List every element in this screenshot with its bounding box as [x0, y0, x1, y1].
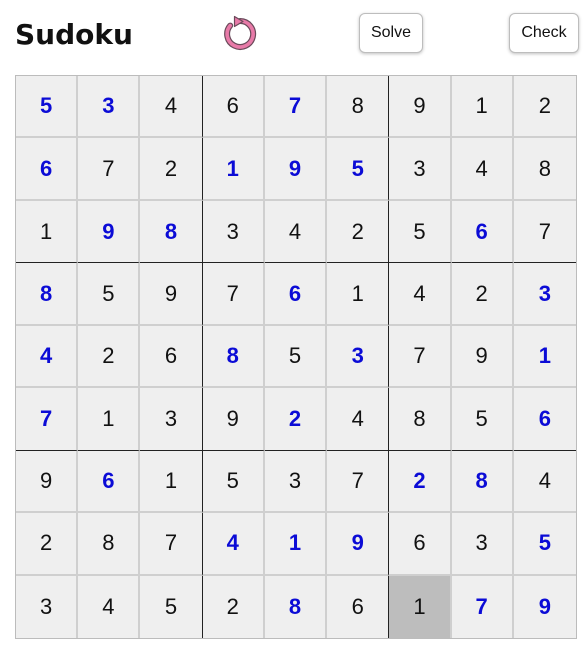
sudoku-cell[interactable]: 1	[451, 76, 514, 139]
sudoku-cell[interactable]: 2	[264, 388, 328, 451]
sudoku-page: Sudoku Solve Check 534678912672195348198…	[0, 0, 587, 651]
sudoku-cell[interactable]: 7	[389, 325, 452, 389]
sudoku-cell[interactable]: 5	[16, 76, 79, 139]
sudoku-cell[interactable]: 5	[327, 138, 390, 201]
sudoku-cell[interactable]: 1	[264, 513, 328, 576]
sudoku-cell[interactable]: 8	[451, 450, 514, 514]
sudoku-cell[interactable]: 8	[513, 138, 576, 201]
sudoku-cell[interactable]: 2	[389, 450, 452, 514]
sudoku-cell[interactable]: 1	[78, 388, 141, 451]
reset-button[interactable]	[221, 15, 259, 53]
sudoku-cell[interactable]: 1	[389, 575, 452, 638]
sudoku-cell[interactable]: 8	[16, 263, 79, 326]
sudoku-cell[interactable]: 9	[327, 513, 390, 576]
sudoku-cell[interactable]: 2	[140, 138, 203, 201]
sudoku-cell[interactable]: 7	[140, 513, 203, 576]
sudoku-cell[interactable]: 8	[202, 325, 265, 389]
sudoku-cell[interactable]: 9	[16, 450, 79, 514]
sudoku-cell[interactable]: 4	[264, 200, 328, 264]
sudoku-cell[interactable]: 2	[78, 325, 141, 389]
sudoku-cell[interactable]: 4	[513, 450, 576, 514]
sudoku-cell[interactable]: 7	[451, 575, 514, 638]
sudoku-cell[interactable]: 5	[513, 513, 576, 576]
sudoku-cell[interactable]: 2	[202, 575, 265, 638]
sudoku-cell[interactable]: 6	[451, 200, 514, 264]
sudoku-cell[interactable]: 3	[389, 138, 452, 201]
solve-button[interactable]: Solve	[359, 13, 423, 53]
sudoku-cell[interactable]: 8	[264, 575, 328, 638]
sudoku-cell[interactable]: 8	[78, 513, 141, 576]
sudoku-cell[interactable]: 7	[16, 388, 79, 451]
sudoku-cell[interactable]: 4	[78, 575, 141, 638]
sudoku-cell[interactable]: 9	[78, 200, 141, 264]
sudoku-cell[interactable]: 1	[202, 138, 265, 201]
sudoku-cell[interactable]: 6	[389, 513, 452, 576]
sudoku-cell[interactable]: 4	[16, 325, 79, 389]
sudoku-cell[interactable]: 9	[513, 575, 576, 638]
sudoku-cell[interactable]: 4	[140, 76, 203, 139]
sudoku-cell[interactable]: 9	[389, 76, 452, 139]
refresh-icon	[224, 15, 257, 50]
sudoku-cell[interactable]: 7	[327, 450, 390, 514]
sudoku-cell[interactable]: 2	[16, 513, 79, 576]
sudoku-cell[interactable]: 7	[513, 200, 576, 264]
sudoku-cell[interactable]: 3	[140, 388, 203, 451]
sudoku-cell[interactable]: 9	[451, 325, 514, 389]
sudoku-cell[interactable]: 6	[202, 76, 265, 139]
sudoku-cell[interactable]: 2	[451, 263, 514, 326]
check-button[interactable]: Check	[509, 13, 579, 53]
sudoku-cell[interactable]: 3	[513, 263, 576, 326]
sudoku-cell[interactable]: 4	[451, 138, 514, 201]
sudoku-cell[interactable]: 7	[202, 263, 265, 326]
sudoku-board: 5346789126721953481983425678597614234268…	[15, 75, 577, 639]
sudoku-cell[interactable]: 1	[327, 263, 390, 326]
sudoku-cell[interactable]: 8	[389, 388, 452, 451]
sudoku-cell[interactable]: 5	[389, 200, 452, 264]
sudoku-cell[interactable]: 6	[140, 325, 203, 389]
sudoku-cell[interactable]: 4	[202, 513, 265, 576]
sudoku-cell[interactable]: 6	[264, 263, 328, 326]
sudoku-cell[interactable]: 2	[513, 76, 576, 139]
sudoku-cell[interactable]: 8	[140, 200, 203, 264]
sudoku-cell[interactable]: 5	[140, 575, 203, 638]
sudoku-cell[interactable]: 5	[78, 263, 141, 326]
sudoku-cell[interactable]: 7	[78, 138, 141, 201]
sudoku-cell[interactable]: 3	[78, 76, 141, 139]
sudoku-cell[interactable]: 4	[389, 263, 452, 326]
sudoku-cell[interactable]: 8	[327, 76, 390, 139]
sudoku-cell[interactable]: 5	[264, 325, 328, 389]
sudoku-cell[interactable]: 5	[202, 450, 265, 514]
sudoku-cell[interactable]: 2	[327, 200, 390, 264]
sudoku-cell[interactable]: 1	[140, 450, 203, 514]
sudoku-cell[interactable]: 1	[16, 200, 79, 264]
sudoku-cell[interactable]: 6	[513, 388, 576, 451]
sudoku-cell[interactable]: 1	[513, 325, 576, 389]
sudoku-cell[interactable]: 9	[140, 263, 203, 326]
sudoku-cell[interactable]: 6	[327, 575, 390, 638]
sudoku-cell[interactable]: 3	[327, 325, 390, 389]
sudoku-cell[interactable]: 6	[78, 450, 141, 514]
sudoku-cell[interactable]: 3	[451, 513, 514, 576]
sudoku-cell[interactable]: 7	[264, 76, 328, 139]
sudoku-cell[interactable]: 3	[16, 575, 79, 638]
sudoku-cell[interactable]: 9	[264, 138, 328, 201]
sudoku-cell[interactable]: 3	[264, 450, 328, 514]
page-title: Sudoku	[15, 18, 133, 51]
sudoku-cell[interactable]: 4	[327, 388, 390, 451]
sudoku-cell[interactable]: 3	[202, 200, 265, 264]
sudoku-cell[interactable]: 5	[451, 388, 514, 451]
sudoku-cell[interactable]: 9	[202, 388, 265, 451]
sudoku-cell[interactable]: 6	[16, 138, 79, 201]
